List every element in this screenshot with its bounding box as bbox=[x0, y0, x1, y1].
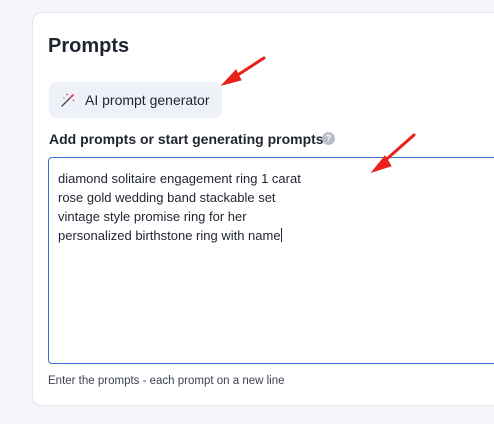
prompt-line-text: personalized birthstone ring with name bbox=[58, 228, 281, 243]
ai-prompt-generator-label: AI prompt generator bbox=[85, 92, 210, 108]
prompt-line-last: personalized birthstone ring with name bbox=[58, 226, 494, 245]
prompts-field-label: Add prompts or start generating prompts bbox=[49, 131, 324, 147]
ai-prompt-generator-button[interactable]: AI prompt generator bbox=[49, 82, 222, 118]
help-circle-icon[interactable]: ? bbox=[322, 132, 335, 145]
text-caret bbox=[280, 228, 282, 242]
magic-wand-icon bbox=[59, 91, 77, 109]
prompts-hint: Enter the prompts - each prompt on a new… bbox=[48, 375, 285, 387]
prompts-textarea[interactable]: diamond solitaire engagement ring 1 cara… bbox=[48, 157, 494, 364]
prompt-line: diamond solitaire engagement ring 1 cara… bbox=[58, 171, 301, 186]
prompt-line: rose gold wedding band stackable set bbox=[58, 190, 276, 205]
section-title: Prompts bbox=[48, 35, 130, 57]
prompt-line: vintage style promise ring for her bbox=[58, 209, 247, 224]
